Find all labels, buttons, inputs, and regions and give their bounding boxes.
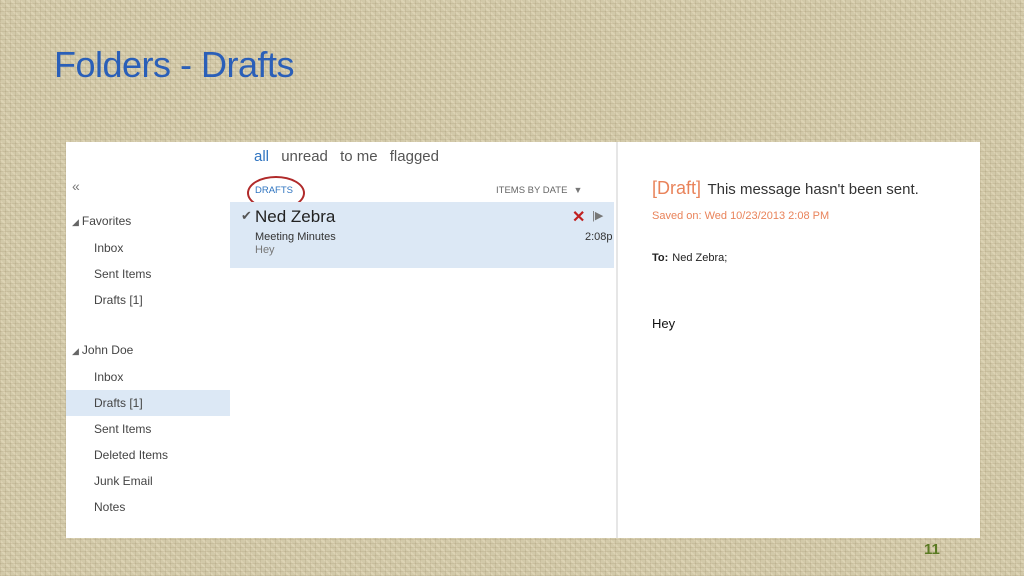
account-group[interactable]: ◢ John Doe	[72, 343, 133, 357]
slide-title: Folders - Drafts	[54, 44, 295, 85]
folder-inbox[interactable]: Inbox	[66, 364, 230, 390]
sort-label: ITEMS BY DATE	[496, 185, 568, 196]
folder-favorites-inbox[interactable]: Inbox	[66, 235, 230, 261]
saved-on-text: Saved on: Wed 10/23/2013 2:08 PM	[652, 210, 830, 222]
expand-triangle-icon[interactable]: ◢	[72, 217, 79, 227]
folder-deleted-items[interactable]: Deleted Items	[66, 442, 230, 468]
folder-junk-email[interactable]: Junk Email	[66, 468, 230, 494]
folder-pane: « ◢ Favorites Inbox Sent Items Drafts [1]…	[66, 142, 230, 538]
outlook-window: « ◢ Favorites Inbox Sent Items Drafts [1]…	[66, 142, 980, 538]
message-body: Hey	[652, 316, 676, 331]
message-subject: Meeting Minutes	[255, 231, 336, 243]
message-sender: Ned Zebra	[255, 207, 336, 226]
to-label: To:	[652, 252, 669, 264]
sort-caret-icon: ▼	[573, 185, 583, 195]
reading-pane: [Draft] This message hasn't been sent. S…	[618, 142, 980, 538]
draft-message: This message hasn't been sent.	[707, 181, 919, 198]
delete-icon[interactable]: ✕	[572, 207, 585, 227]
draft-tag: [Draft]	[652, 178, 702, 198]
favorites-label: Favorites	[81, 214, 132, 228]
message-time: 2:08p	[585, 231, 613, 243]
collapse-icon[interactable]: «	[72, 178, 80, 194]
message-list-pane: DRAFTS ITEMS BY DATE ▼ ✔ Ned Zebra Meetin…	[230, 142, 618, 538]
expand-triangle-icon[interactable]: ◢	[72, 346, 79, 356]
folder-sent-items[interactable]: Sent Items	[66, 416, 230, 442]
folder-drafts[interactable]: Drafts [1]	[66, 390, 230, 416]
to-recipient[interactable]: Ned Zebra;	[672, 252, 727, 264]
flag-icon[interactable]: |▶	[592, 209, 603, 222]
folder-favorites-sent-items[interactable]: Sent Items	[66, 261, 230, 287]
message-item[interactable]: ✔ Ned Zebra Meeting Minutes Hey ✕ |▶ 2:0…	[230, 202, 614, 268]
draft-notice: [Draft] This message hasn't been sent.	[652, 178, 919, 199]
page-number: 11	[924, 541, 940, 558]
favorites-group[interactable]: ◢ Favorites	[72, 214, 131, 228]
folder-favorites-drafts[interactable]: Drafts [1]	[66, 287, 230, 313]
to-line: To: Ned Zebra;	[652, 252, 727, 264]
account-label: John Doe	[81, 343, 134, 357]
message-preview: Hey	[255, 244, 275, 256]
folder-notes[interactable]: Notes	[66, 494, 230, 520]
check-icon[interactable]: ✔	[241, 208, 252, 224]
sort-dropdown[interactable]: ITEMS BY DATE ▼	[496, 185, 582, 196]
